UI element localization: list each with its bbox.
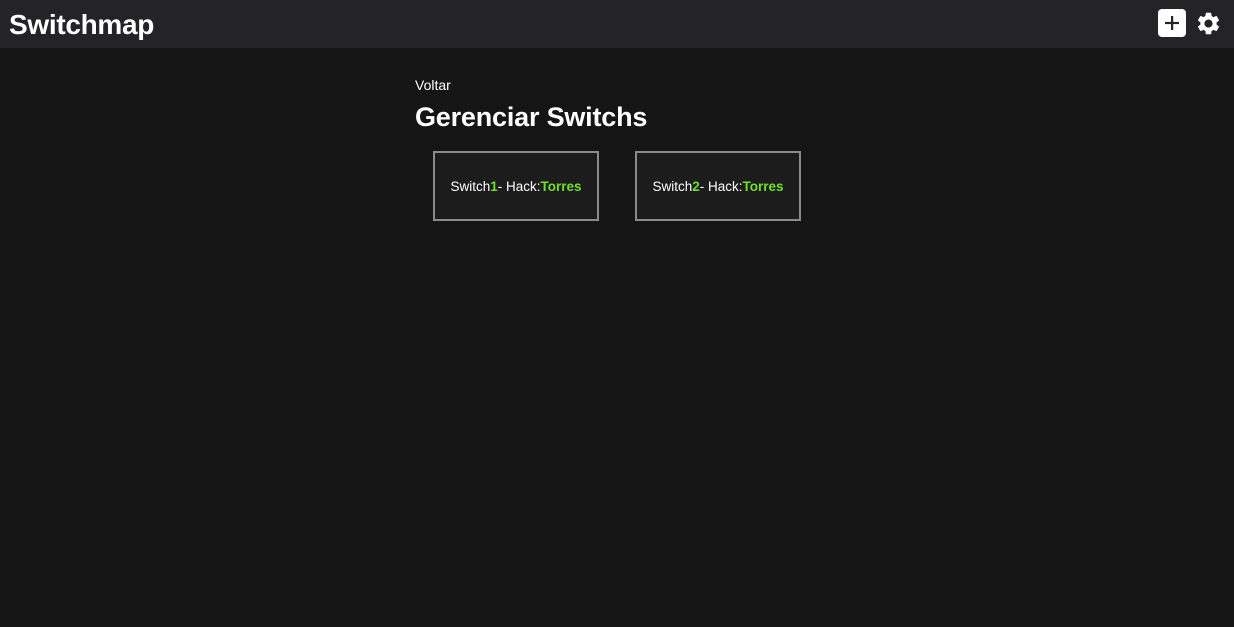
switch-hack-label: - Hack:	[497, 178, 541, 194]
back-link[interactable]: Voltar	[415, 76, 451, 94]
main-content: Voltar Gerenciar Switchs Switch 1- Hack: T…	[415, 76, 801, 221]
settings-button[interactable]	[1194, 9, 1222, 37]
topbar-actions	[1158, 9, 1222, 37]
page-title: Gerenciar Switchs	[415, 102, 648, 132]
plus-icon	[1165, 16, 1179, 30]
top-bar: Switchmap	[0, 0, 1234, 48]
switch-number: 2	[692, 178, 700, 194]
switch-number: 1	[490, 178, 498, 194]
switch-card[interactable]: Switch 1- Hack: Torres	[433, 151, 599, 221]
gear-icon	[1197, 12, 1219, 34]
switch-location: Torres	[540, 178, 582, 194]
switch-location: Torres	[742, 178, 784, 194]
switch-label: Switch	[450, 178, 491, 194]
switch-card[interactable]: Switch 2- Hack: Torres	[635, 151, 801, 221]
add-switch-button[interactable]	[1158, 9, 1186, 37]
switch-list: Switch 1- Hack: Torres Switch 2- Hack: Torre…	[433, 151, 801, 221]
switch-hack-label: - Hack:	[699, 178, 743, 194]
switch-label: Switch	[652, 178, 693, 194]
app-title: Switchmap	[9, 9, 155, 40]
